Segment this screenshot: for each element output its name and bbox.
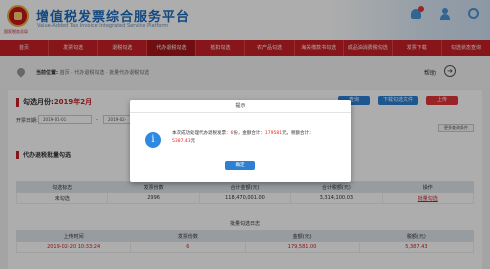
msg-part-2: 份，金额合计： [233,131,265,136]
dialog-title: 提示 [130,100,351,113]
dialog-message: 本次成功处理代办退税发票：6份，金额合计：179581元，税额合计： 5387.4… [172,130,346,146]
ok-button[interactable]: 确定 [225,161,255,170]
msg-amount: 179581 [264,131,283,136]
msg-part-3: 元，税额合计： [282,131,314,136]
msg-part-1: 本次成功处理代办退税发票： [172,131,231,136]
msg-tax: 5387.43 [172,139,191,144]
msg-part-4: 元 [190,139,196,144]
info-icon: i [145,132,161,148]
info-dialog: 提示 i 本次成功处理代办退税发票：6份，金额合计：179581元，税额合计： 5… [130,100,351,182]
